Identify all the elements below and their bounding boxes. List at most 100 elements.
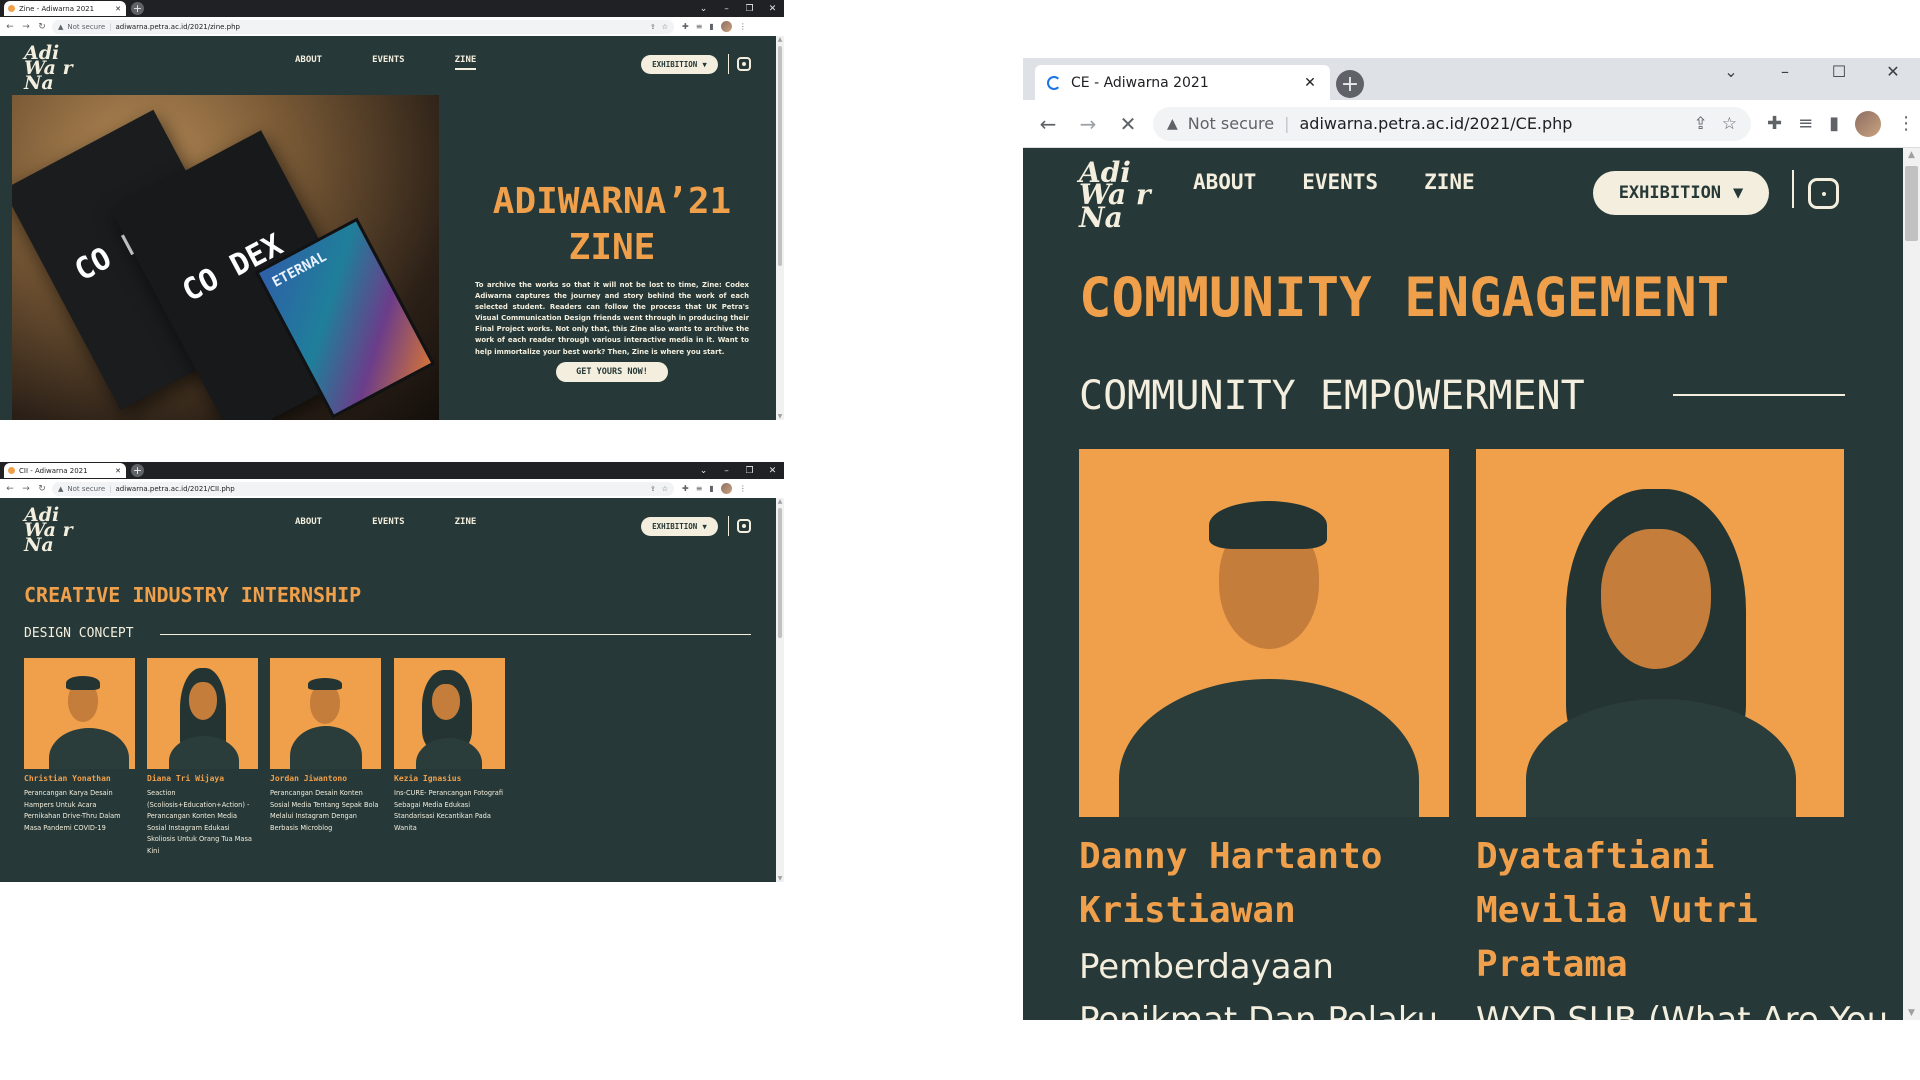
new-tab-icon[interactable]: + [131,464,144,477]
back-icon[interactable]: ← [4,484,16,494]
student-name[interactable]: Diana Tri Wijaya [147,774,224,783]
chevron-down-icon[interactable]: ⌄ [692,462,715,479]
back-icon[interactable]: ← [4,22,16,32]
close-window-icon[interactable]: ✕ [761,462,784,479]
maximize-icon[interactable]: ☐ [1812,58,1866,84]
stop-icon[interactable]: ✕ [1113,112,1143,136]
tab-title: Zine - Adiwarna 2021 [19,4,95,13]
forward-icon[interactable]: → [20,484,32,494]
profile-avatar[interactable] [1855,110,1882,137]
student-name[interactable]: Kezia Ignasius [394,774,461,783]
star-icon[interactable]: ☆ [662,23,668,31]
exhibition-dropdown[interactable]: EXHIBITION ▼ [641,517,718,536]
profile-avatar[interactable] [720,483,732,494]
student-photo[interactable] [270,658,381,769]
address-toolbar: ← → ↻ ▲ Not secure | adiwarna.petra.ac.i… [0,17,784,37]
nav-events[interactable]: EVENTS [1302,170,1378,194]
maximize-icon[interactable]: ❐ [738,0,761,17]
nav-zine[interactable]: ZINE [455,517,477,527]
minimize-icon[interactable]: – [715,462,738,479]
forward-icon[interactable]: → [20,22,32,32]
reload-icon[interactable]: ↻ [36,484,48,494]
scrollbar-thumb[interactable] [778,46,782,266]
omnibox[interactable]: ▲ Not secure | adiwarna.petra.ac.id/2021… [1153,106,1751,141]
close-window-icon[interactable]: ✕ [1866,58,1920,84]
student-photo[interactable] [1079,449,1449,817]
browser-tab-ce[interactable]: CE - Adiwarna 2021 ✕ [1035,65,1330,100]
extensions-icon[interactable]: ✚ [1767,113,1782,134]
share-icon[interactable]: ⇪ [650,23,656,31]
nav-about[interactable]: ABOUT [295,517,322,527]
menu-dots-icon[interactable]: ⋮ [739,22,747,31]
profile-avatar[interactable] [720,21,732,32]
reload-icon[interactable]: ↻ [36,22,48,32]
scrollbar[interactable]: ▲ ▼ [776,498,784,882]
sidebar-icon[interactable]: ▮ [709,484,713,493]
favicon-icon [8,5,15,12]
exhibition-dropdown[interactable]: EXHIBITION ▼ [641,55,718,74]
nav-events[interactable]: EVENTS [372,517,405,527]
exhibition-dropdown[interactable]: EXHIBITION ▼ [1593,171,1769,215]
scrollbar-thumb[interactable] [1905,166,1918,241]
student-name[interactable]: Mevilia Vutri [1476,890,1758,931]
chevron-down-icon[interactable]: ⌄ [1704,58,1758,84]
get-yours-now-button[interactable]: GET YOURS NOW! [556,362,668,382]
omnibox[interactable]: ▲ Not secure | adiwarna.petra.ac.id/2021… [52,19,674,34]
forward-icon[interactable]: → [1073,112,1103,136]
student-name[interactable]: Danny Hartanto [1079,836,1382,877]
sidebar-icon[interactable]: ▮ [709,22,713,31]
star-icon[interactable]: ☆ [662,485,668,493]
browser-tab-cii[interactable]: CII - Adiwarna 2021 ✕ [4,463,126,478]
menu-dots-icon[interactable]: ⋮ [739,484,747,493]
menu-dots-icon[interactable]: ⋮ [1897,113,1915,134]
nav-about[interactable]: ABOUT [295,55,322,70]
reading-list-icon[interactable]: ≡ [1798,113,1813,134]
scrollbar-thumb[interactable] [778,508,782,638]
not-secure-label: Not secure [67,22,106,31]
close-window-icon[interactable]: ✕ [761,0,784,17]
minimize-icon[interactable]: – [715,0,738,17]
back-icon[interactable]: ← [1033,112,1063,136]
extensions-icon[interactable]: ✚ [682,484,689,493]
share-icon[interactable]: ⇪ [1694,114,1708,134]
student-name[interactable]: Kristiawan [1079,890,1296,931]
nav-events[interactable]: EVENTS [372,55,405,70]
student-name[interactable]: Jordan Jiwantono [270,774,347,783]
student-photo[interactable] [394,658,505,769]
scrollbar[interactable]: ▲ ▼ [776,36,784,420]
adiwarna-logo[interactable]: Adi Wa r Na [24,505,73,555]
sidebar-icon[interactable]: ▮ [1829,113,1839,134]
instagram-icon[interactable] [737,57,751,71]
share-icon[interactable]: ⇪ [650,485,656,493]
maximize-icon[interactable]: ❐ [738,462,761,479]
student-name[interactable]: Pratama [1476,944,1628,985]
reading-list-icon[interactable]: ≡ [696,22,703,31]
new-tab-icon[interactable]: + [131,2,144,15]
nav-zine[interactable]: ZINE [1424,170,1475,194]
close-tab-icon[interactable]: ✕ [1302,75,1318,91]
adiwarna-logo[interactable]: Adi Wa r Na [24,43,73,93]
chevron-down-icon[interactable]: ⌄ [692,0,715,17]
nav-about[interactable]: ABOUT [1193,170,1256,194]
student-name[interactable]: Christian Yonathan [24,774,111,783]
new-tab-icon[interactable]: + [1336,70,1364,98]
star-icon[interactable]: ☆ [1722,114,1737,134]
student-photo[interactable] [24,658,135,769]
extensions-icon[interactable]: ✚ [682,22,689,31]
close-tab-icon[interactable]: ✕ [114,5,122,13]
tab-strip: CII - Adiwarna 2021 ✕ + ⌄ – ❐ ✕ [0,462,784,479]
nav-zine[interactable]: ZINE [454,55,477,70]
omnibox[interactable]: ▲ Not secure | adiwarna.petra.ac.id/2021… [52,481,674,496]
reading-list-icon[interactable]: ≡ [696,484,703,493]
close-tab-icon[interactable]: ✕ [114,467,122,475]
student-photo[interactable] [147,658,258,769]
cii-page: Adi Wa r Na ABOUT EVENTS ZINE EXHIBITION ▼ … [0,498,776,882]
instagram-icon[interactable] [737,519,751,533]
student-photo[interactable] [1476,449,1844,817]
browser-tab-zine[interactable]: Zine - Adiwarna 2021 ✕ [4,1,126,16]
adiwarna-logo[interactable]: Adi Wa r Na [1079,158,1151,231]
minimize-icon[interactable]: – [1758,58,1812,84]
student-name[interactable]: Dyataftiani [1476,836,1714,877]
scrollbar[interactable]: ▲ ▼ [1903,148,1920,1020]
instagram-icon[interactable] [1808,178,1839,209]
